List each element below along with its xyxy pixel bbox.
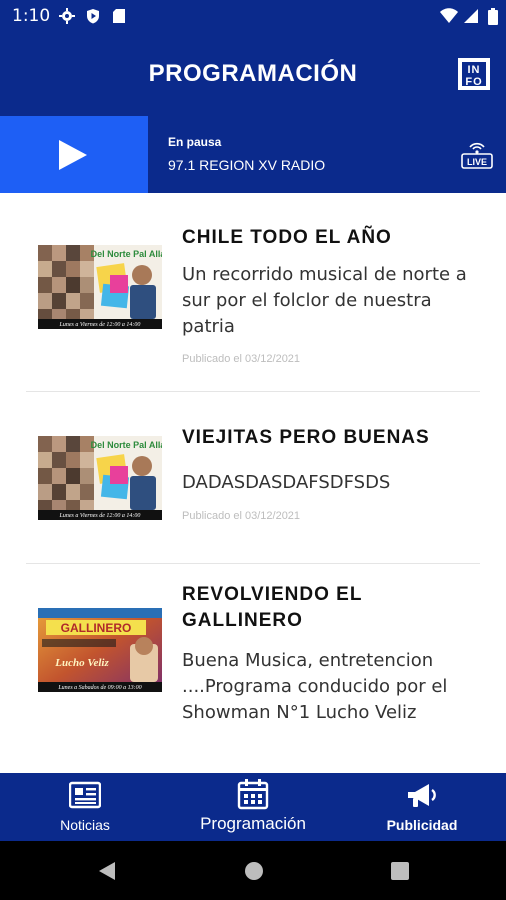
list-item[interactable]: Del Norte Pal Allá Lunes a Viernes de 12… [0,392,506,562]
megaphone-icon [405,781,439,815]
program-description: DADASDASDAFSDFSDS [182,472,391,493]
newspaper-icon [68,781,102,813]
wifi-icon [440,7,458,25]
nav-label: Programación [200,814,306,833]
shield-play-icon [84,7,102,25]
program-list[interactable]: Del Norte Pal Allá Lunes a Viernes de 12… [0,193,506,773]
program-date: Publicado el 03/12/2021 [182,353,301,365]
home-icon[interactable] [244,861,264,885]
nav-publicidad[interactable]: Publicidad [370,773,474,841]
nav-programacion[interactable]: Programación [188,773,318,841]
live-label: LIVE [467,157,487,167]
program-description: Un recorrido musical de norte a sur por … [182,264,467,337]
program-title: REVOLVIENDO EL GALLINERO [182,584,363,631]
program-description: Buena Musica, entretencion ....Programa … [182,650,448,723]
nav-label: Noticias [60,817,110,833]
list-item[interactable]: Del Norte Pal Allá Lunes a Viernes de 12… [0,193,506,391]
list-item[interactable]: GALLINERO Lucho Veliz Lunes a Sabados de… [0,564,506,773]
battery-icon [484,7,502,25]
status-time: 1:10 [12,6,51,26]
info-button[interactable]: IN FO [458,58,490,90]
nav-label: Publicidad [386,817,458,833]
signal-icon [462,7,480,25]
gear-icon [58,7,76,25]
info-icon: IN FO [462,62,486,88]
back-icon[interactable] [98,861,116,885]
sd-card-icon [110,7,128,25]
calendar-icon [237,778,269,814]
station-name: 97.1 REGION XV RADIO [168,157,326,173]
program-title: CHILE TODO EL AÑO [182,227,392,248]
svg-text:Lunes a Viernes de 12:00 a 14:: Lunes a Viernes de 12:00 a 14:00 [59,321,141,328]
player-status: En pausa [168,135,222,149]
svg-text:Del Norte Pal Allá: Del Norte Pal Allá [91,440,162,450]
play-icon [59,140,87,170]
bottom-navigation: Noticias Programación Publicidad [0,773,506,841]
recents-icon[interactable] [391,862,409,884]
page-title: PROGRAMACIÓN [148,60,358,87]
svg-text:Lunes a Sabados de 09:00 a 13:: Lunes a Sabados de 09:00 a 13:00 [57,685,141,691]
app-bar: PROGRAMACIÓN IN FO [0,32,506,116]
svg-text:Del Norte Pal Allá: Del Norte Pal Allá [91,249,162,259]
live-radio-icon[interactable]: LIVE [460,138,494,174]
svg-text:Lucho Veliz: Lucho Veliz [54,657,109,669]
program-thumbnail: Del Norte Pal Allá Lunes a Viernes de 12… [38,245,162,329]
status-bar: 1:10 [0,0,506,32]
program-thumbnail: GALLINERO Lucho Veliz Lunes a Sabados de… [38,608,162,692]
play-button[interactable] [0,116,148,193]
system-navigation-bar [0,841,506,900]
nav-noticias[interactable]: Noticias [30,773,140,841]
svg-text:Lunes a Viernes de 12:00 a 14:: Lunes a Viernes de 12:00 a 14:00 [59,512,141,519]
program-date: Publicado el 03/12/2021 [182,510,301,522]
program-title: VIEJITAS PERO BUENAS [182,427,430,448]
player-bar: En pausa 97.1 REGION XV RADIO LIVE [0,116,506,193]
svg-text:GALLINERO: GALLINERO [61,621,132,635]
program-thumbnail: Del Norte Pal Allá Lunes a Viernes de 12… [38,436,162,520]
